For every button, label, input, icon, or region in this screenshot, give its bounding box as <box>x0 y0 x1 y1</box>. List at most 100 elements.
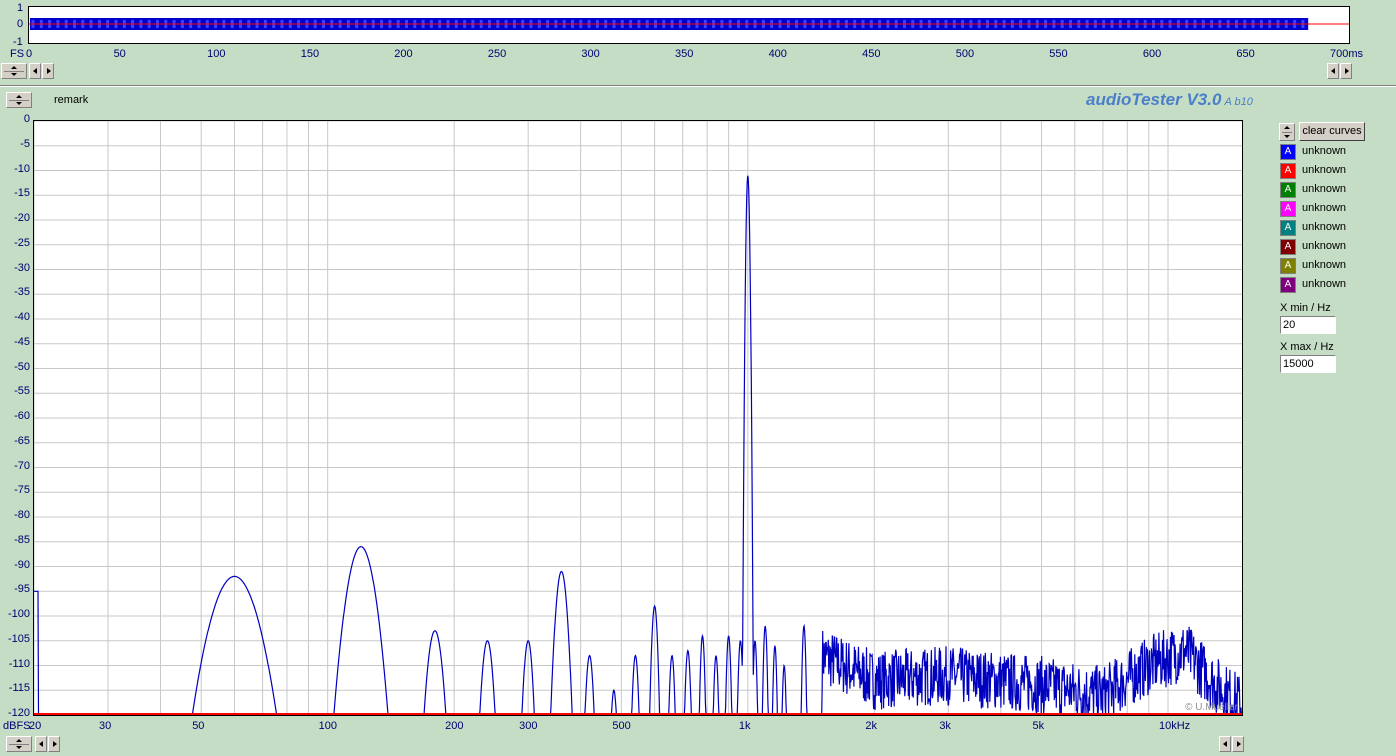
x-tick-label: 50 <box>192 720 205 732</box>
time-pan-left-button[interactable] <box>1327 63 1339 79</box>
time-x-tick-label: 50 <box>113 48 126 60</box>
y-tick-label: -75 <box>14 484 30 497</box>
x-tick-label: 300 <box>519 720 538 732</box>
spectrum-series <box>34 175 1242 715</box>
spin-up-icon <box>16 739 22 742</box>
y-tick-label: -35 <box>14 286 30 299</box>
app-version-suffix: A b10 <box>1224 96 1253 108</box>
legend-entry[interactable]: Aunknown <box>1280 163 1396 179</box>
app-title-text: audioTester V3.0 <box>1086 90 1222 109</box>
copyright-label: © U.Mueller <box>1185 702 1238 713</box>
spin-down-icon <box>16 746 22 749</box>
spectrum-pan-left-button[interactable] <box>1219 736 1231 752</box>
legend-label: unknown <box>1302 259 1347 271</box>
arrow-left-icon <box>39 741 43 747</box>
time-x-tick-label: 550 <box>1049 48 1068 60</box>
arrow-right-icon <box>1345 68 1349 74</box>
time-x-tick-label: 0 <box>26 48 33 60</box>
curve-color-icon[interactable]: A <box>1280 182 1296 198</box>
legend-label: unknown <box>1302 221 1347 233</box>
spectrum-scroll-left-button[interactable] <box>35 736 47 752</box>
time-y-label-mid: 0 <box>17 18 24 30</box>
curve-color-icon[interactable]: A <box>1280 220 1296 236</box>
spectrum-pan-right-button[interactable] <box>1232 736 1244 752</box>
arrow-left-icon <box>1223 741 1227 747</box>
xmin-input[interactable] <box>1280 316 1336 334</box>
curve-color-icon[interactable]: A <box>1280 258 1296 274</box>
spin-down-icon <box>16 102 22 105</box>
arrow-right-icon <box>53 741 57 747</box>
spin-up-icon <box>11 66 17 69</box>
time-x-tick-label: 600 <box>1142 48 1162 60</box>
spin-up-icon <box>1284 126 1290 129</box>
curve-color-icon[interactable]: A <box>1280 144 1296 160</box>
legend-label: unknown <box>1302 164 1347 176</box>
remark-spinner[interactable] <box>6 92 32 108</box>
xmin-label: X min / Hz <box>1280 302 1331 314</box>
legend-entry[interactable]: Aunknown <box>1280 201 1396 217</box>
legend-entry[interactable]: Aunknown <box>1280 220 1396 236</box>
x-tick-label: 100 <box>318 720 338 732</box>
spectrum-scroll-right-button[interactable] <box>48 736 60 752</box>
legend-entry[interactable]: Aunknown <box>1280 144 1396 160</box>
spectrum-plot-area: © U.Mueller <box>33 120 1243 716</box>
arrow-right-icon <box>47 68 51 74</box>
x-tick-label: 1k <box>738 720 751 732</box>
legend-label: unknown <box>1302 183 1347 195</box>
arrow-left-icon <box>33 68 37 74</box>
time-scroll-left-button[interactable] <box>29 63 41 79</box>
y-tick-label: -45 <box>14 335 30 348</box>
curve-color-icon[interactable]: A <box>1280 163 1296 179</box>
legend-label: unknown <box>1302 278 1347 290</box>
time-x-tick-label: 450 <box>862 48 881 60</box>
legend-label: unknown <box>1302 240 1347 252</box>
clear-curves-button[interactable]: clear curves <box>1299 122 1365 141</box>
time-fs-label: FS <box>10 48 25 60</box>
x-tick-label: 2k <box>865 720 877 732</box>
spin-down-icon <box>1284 135 1290 138</box>
curve-color-icon[interactable]: A <box>1280 201 1296 217</box>
y-tick-label: -10 <box>14 162 30 175</box>
time-x-tick-label: 150 <box>300 48 320 60</box>
y-tick-label: -80 <box>14 509 30 521</box>
legend-entry[interactable]: Aunknown <box>1280 258 1396 274</box>
legend-entry[interactable]: Aunknown <box>1280 239 1396 255</box>
y-tick-label: -105 <box>7 632 30 645</box>
spin-up-icon <box>16 95 22 98</box>
legend-entry[interactable]: Aunknown <box>1280 277 1396 293</box>
legend-entry[interactable]: Aunknown <box>1280 182 1396 198</box>
x-tick-label: 500 <box>612 720 631 732</box>
curve-color-icon[interactable]: A <box>1280 277 1296 293</box>
y-tick-label: -30 <box>14 261 30 274</box>
y-tick-label: -85 <box>14 533 30 546</box>
time-x-tick-label: 700ms <box>1330 48 1364 60</box>
curve-color-icon[interactable]: A <box>1280 239 1296 255</box>
app-title: audioTester V3.0 A b10 <box>1086 90 1253 110</box>
y-tick-label: -15 <box>14 187 30 200</box>
spectrum-trace-blue <box>34 175 1242 715</box>
xmax-input[interactable] <box>1280 355 1336 373</box>
time-zoom-spinner[interactable] <box>1 63 27 79</box>
x-tick-label: 10kHz <box>1159 720 1191 732</box>
y-tick-label: -60 <box>14 410 30 422</box>
time-x-tick-label: 500 <box>955 48 975 60</box>
time-x-tick-label: 250 <box>487 48 507 60</box>
legend-label: unknown <box>1302 145 1347 157</box>
time-x-tick-label: 350 <box>675 48 694 60</box>
y-tick-label: -120 <box>7 707 30 719</box>
time-pan-right-button[interactable] <box>1340 63 1352 79</box>
x-tick-label: 3k <box>939 720 951 732</box>
legend-spinner[interactable] <box>1279 123 1295 141</box>
y-tick-label: -90 <box>14 558 30 571</box>
y-tick-label: -110 <box>8 657 30 670</box>
time-plot-area <box>28 6 1350 44</box>
time-y-label-bot: -1 <box>13 36 23 48</box>
spectrum-zoom-spinner[interactable] <box>6 736 32 752</box>
y-tick-label: -100 <box>7 608 30 620</box>
panel-divider <box>0 85 1396 87</box>
x-tick-label: 5k <box>1032 720 1045 732</box>
time-scroll-right-button[interactable] <box>42 63 54 79</box>
time-x-tick-label: 300 <box>581 48 600 60</box>
y-tick-label: -115 <box>8 682 30 695</box>
time-plot-svg <box>29 18 1349 30</box>
